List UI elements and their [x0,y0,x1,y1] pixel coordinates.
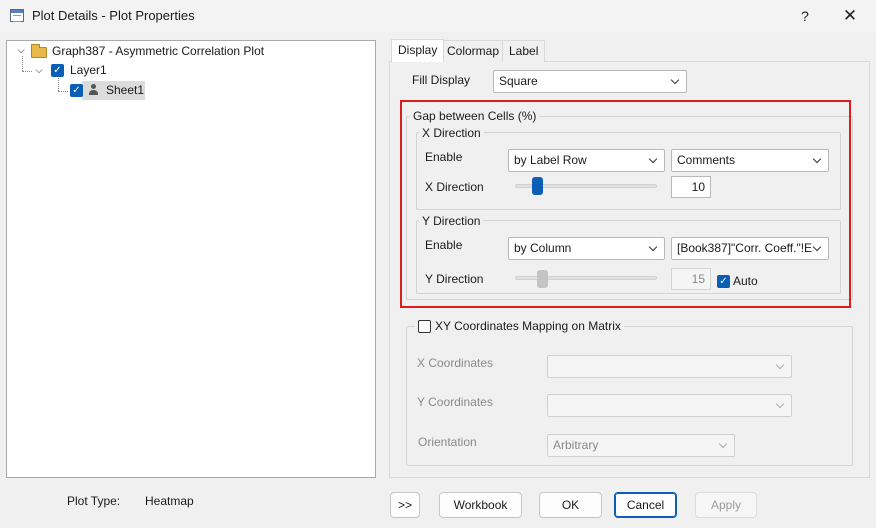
x-coordinates-select[interactable] [547,355,792,378]
y-coordinates-select[interactable] [547,394,792,417]
tree-item-graph[interactable]: Graph387 - Asymmetric Correlation Plot [52,42,264,60]
tree-connector [58,78,59,91]
plot-type-label: Plot Type: [67,494,121,508]
highlight-box [400,100,851,308]
window-title: Plot Details - Plot Properties [32,8,195,23]
tab-display[interactable]: Display [391,39,445,62]
sheet-checkbox[interactable]: ✓ [70,84,83,97]
orientation-label: Orientation [418,435,477,449]
cancel-button[interactable]: Cancel [614,492,677,518]
app-window-icon [10,9,24,22]
fill-display-value: Square [499,74,538,88]
person-icon [88,84,98,96]
help-button[interactable]: ? [790,3,820,29]
workbook-button[interactable]: Workbook [439,492,522,518]
layer-checkbox[interactable]: ✓ [51,64,64,77]
chevron-down-icon [775,356,787,377]
tree-item-sheet[interactable]: Sheet1 [106,81,144,99]
chevron-down-icon [670,71,682,92]
tab-colormap[interactable]: Colormap [440,40,507,62]
chevron-down-icon [718,435,730,456]
chevron-down-icon[interactable]: ⌵ [34,66,44,76]
close-button[interactable]: ✕ [835,3,865,29]
y-coordinates-label: Y Coordinates [417,395,493,409]
tab-label[interactable]: Label [502,40,546,62]
orientation-select[interactable]: Arbitrary [547,434,735,457]
tree-connector [58,91,68,92]
tree-item-layer[interactable]: Layer1 [70,61,107,79]
x-coordinates-label: X Coordinates [417,356,494,370]
plot-tree[interactable]: ⌵ Graph387 - Asymmetric Correlation Plot… [6,40,376,478]
plot-type-value: Heatmap [145,494,194,508]
chevron-down-icon[interactable]: ⌵ [16,46,26,56]
apply-button[interactable]: Apply [695,492,757,518]
xy-mapping-checkbox[interactable] [418,320,431,333]
chevron-down-icon [775,395,787,416]
folder-icon [31,44,47,58]
xy-mapping-title: XY Coordinates Mapping on Matrix [415,319,624,333]
tree-connector [22,71,32,72]
orientation-value: Arbitrary [553,438,599,452]
ok-button[interactable]: OK [539,492,602,518]
tree-connector [22,56,23,71]
fill-display-select[interactable]: Square [493,70,687,93]
expand-button[interactable]: >> [390,492,420,518]
fill-display-label: Fill Display [412,73,471,87]
